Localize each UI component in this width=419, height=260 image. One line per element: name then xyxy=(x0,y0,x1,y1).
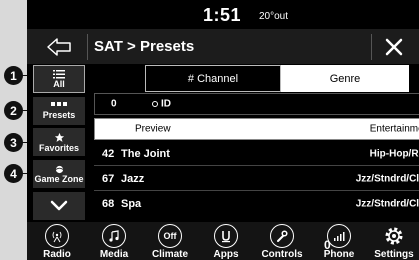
callout-2: 2 xyxy=(4,101,23,120)
tab-genre[interactable]: Genre xyxy=(281,65,409,92)
preview-row[interactable]: Preview Entertainment xyxy=(94,118,419,140)
tab-channel[interactable]: # Channel xyxy=(145,65,281,92)
channel-number: 42 xyxy=(102,147,115,160)
page-title: SAT > Presets xyxy=(94,38,195,55)
sidebar-item-label: All xyxy=(53,78,65,89)
apps-button[interactable]: Apps xyxy=(196,224,256,260)
back-button[interactable] xyxy=(33,29,85,64)
game-zone-icon xyxy=(55,165,63,173)
channel-name: The Joint xyxy=(121,147,170,160)
channel-row[interactable]: 42 The Joint Hip-Hop/R&B xyxy=(94,142,419,166)
radio-screen: 1:51 20°out SAT > Presets All Presets Fa… xyxy=(27,0,419,260)
wrench-icon xyxy=(270,224,294,248)
clock: 1:51 xyxy=(203,5,242,25)
chevron-down-icon xyxy=(50,200,68,211)
callout-1: 1 xyxy=(4,66,23,85)
bottom-bar-label: Climate xyxy=(151,249,189,260)
current-channel-row: 0 ID xyxy=(94,93,419,115)
phone-button[interactable]: Phone xyxy=(309,224,369,260)
sidebar-item-favorites[interactable]: Favorites xyxy=(33,128,85,156)
channel-row[interactable]: 67 Jazz Jzz/Stndrd/Clscl xyxy=(94,167,419,191)
channel-genre: Jzz/Stndrd/Clscl xyxy=(355,173,419,184)
header-bar xyxy=(27,29,419,64)
channel-number: 68 xyxy=(102,198,115,210)
current-channel-id: ID xyxy=(161,98,171,110)
preview-label: Preview xyxy=(135,123,171,135)
left-arrow-icon xyxy=(47,37,71,56)
bottom-bar-label: Radio xyxy=(43,249,71,260)
bottom-bar-label: Apps xyxy=(213,249,239,260)
channel-name: Jazz xyxy=(121,172,145,185)
channel-number: 67 xyxy=(102,172,115,185)
apps-icon xyxy=(214,224,238,248)
climate-icon: Off xyxy=(158,224,182,248)
scroll-down-button[interactable] xyxy=(33,192,85,220)
radio-button[interactable]: Radio xyxy=(27,224,87,260)
header-divider xyxy=(371,34,372,60)
presets-icon xyxy=(51,102,67,106)
radio-icon xyxy=(45,224,69,248)
callout-4: 4 xyxy=(4,164,23,183)
settings-button[interactable]: Settings xyxy=(364,224,419,260)
music-note-icon xyxy=(102,224,126,248)
callout-3: 3 xyxy=(4,133,23,152)
header-divider xyxy=(87,34,88,60)
sidebar-item-label: Favorites xyxy=(38,142,80,153)
status-bar: 1:51 20°out xyxy=(27,0,419,29)
sidebar-item-label: Presets xyxy=(42,110,76,120)
controls-button[interactable]: Controls xyxy=(252,224,312,260)
bottom-bar-label: Media xyxy=(99,249,129,260)
channel-genre: Hip-Hop/R&B xyxy=(369,148,419,159)
sidebar-item-game-zone[interactable]: Game Zone xyxy=(33,160,85,188)
close-icon xyxy=(385,38,403,56)
channel-genre: Jzz/Stndrd/Clscl xyxy=(355,198,419,210)
bottom-bar-label: Controls xyxy=(261,249,303,260)
sidebar-item-label: Game Zone xyxy=(34,173,84,184)
bottom-bar-label: Settings xyxy=(374,249,414,260)
star-icon xyxy=(54,132,64,142)
gear-icon xyxy=(382,224,406,248)
phone-badge: 0 xyxy=(324,238,331,252)
preview-genre: Entertainment xyxy=(369,123,419,135)
climate-button[interactable]: Off Climate xyxy=(140,224,200,260)
media-button[interactable]: Media xyxy=(84,224,144,260)
channel-row[interactable]: 68 Spa Jzz/Stndrd/Clscl xyxy=(94,192,419,216)
channel-name: Spa xyxy=(121,198,142,210)
current-channel-number: 0 xyxy=(111,98,117,110)
sidebar-item-all[interactable]: All xyxy=(33,65,85,93)
outside-temperature: 20°out xyxy=(259,11,289,22)
id-icon xyxy=(152,101,158,107)
close-button[interactable] xyxy=(374,33,414,61)
list-icon xyxy=(53,69,65,78)
sidebar-item-presets[interactable]: Presets xyxy=(33,97,85,125)
